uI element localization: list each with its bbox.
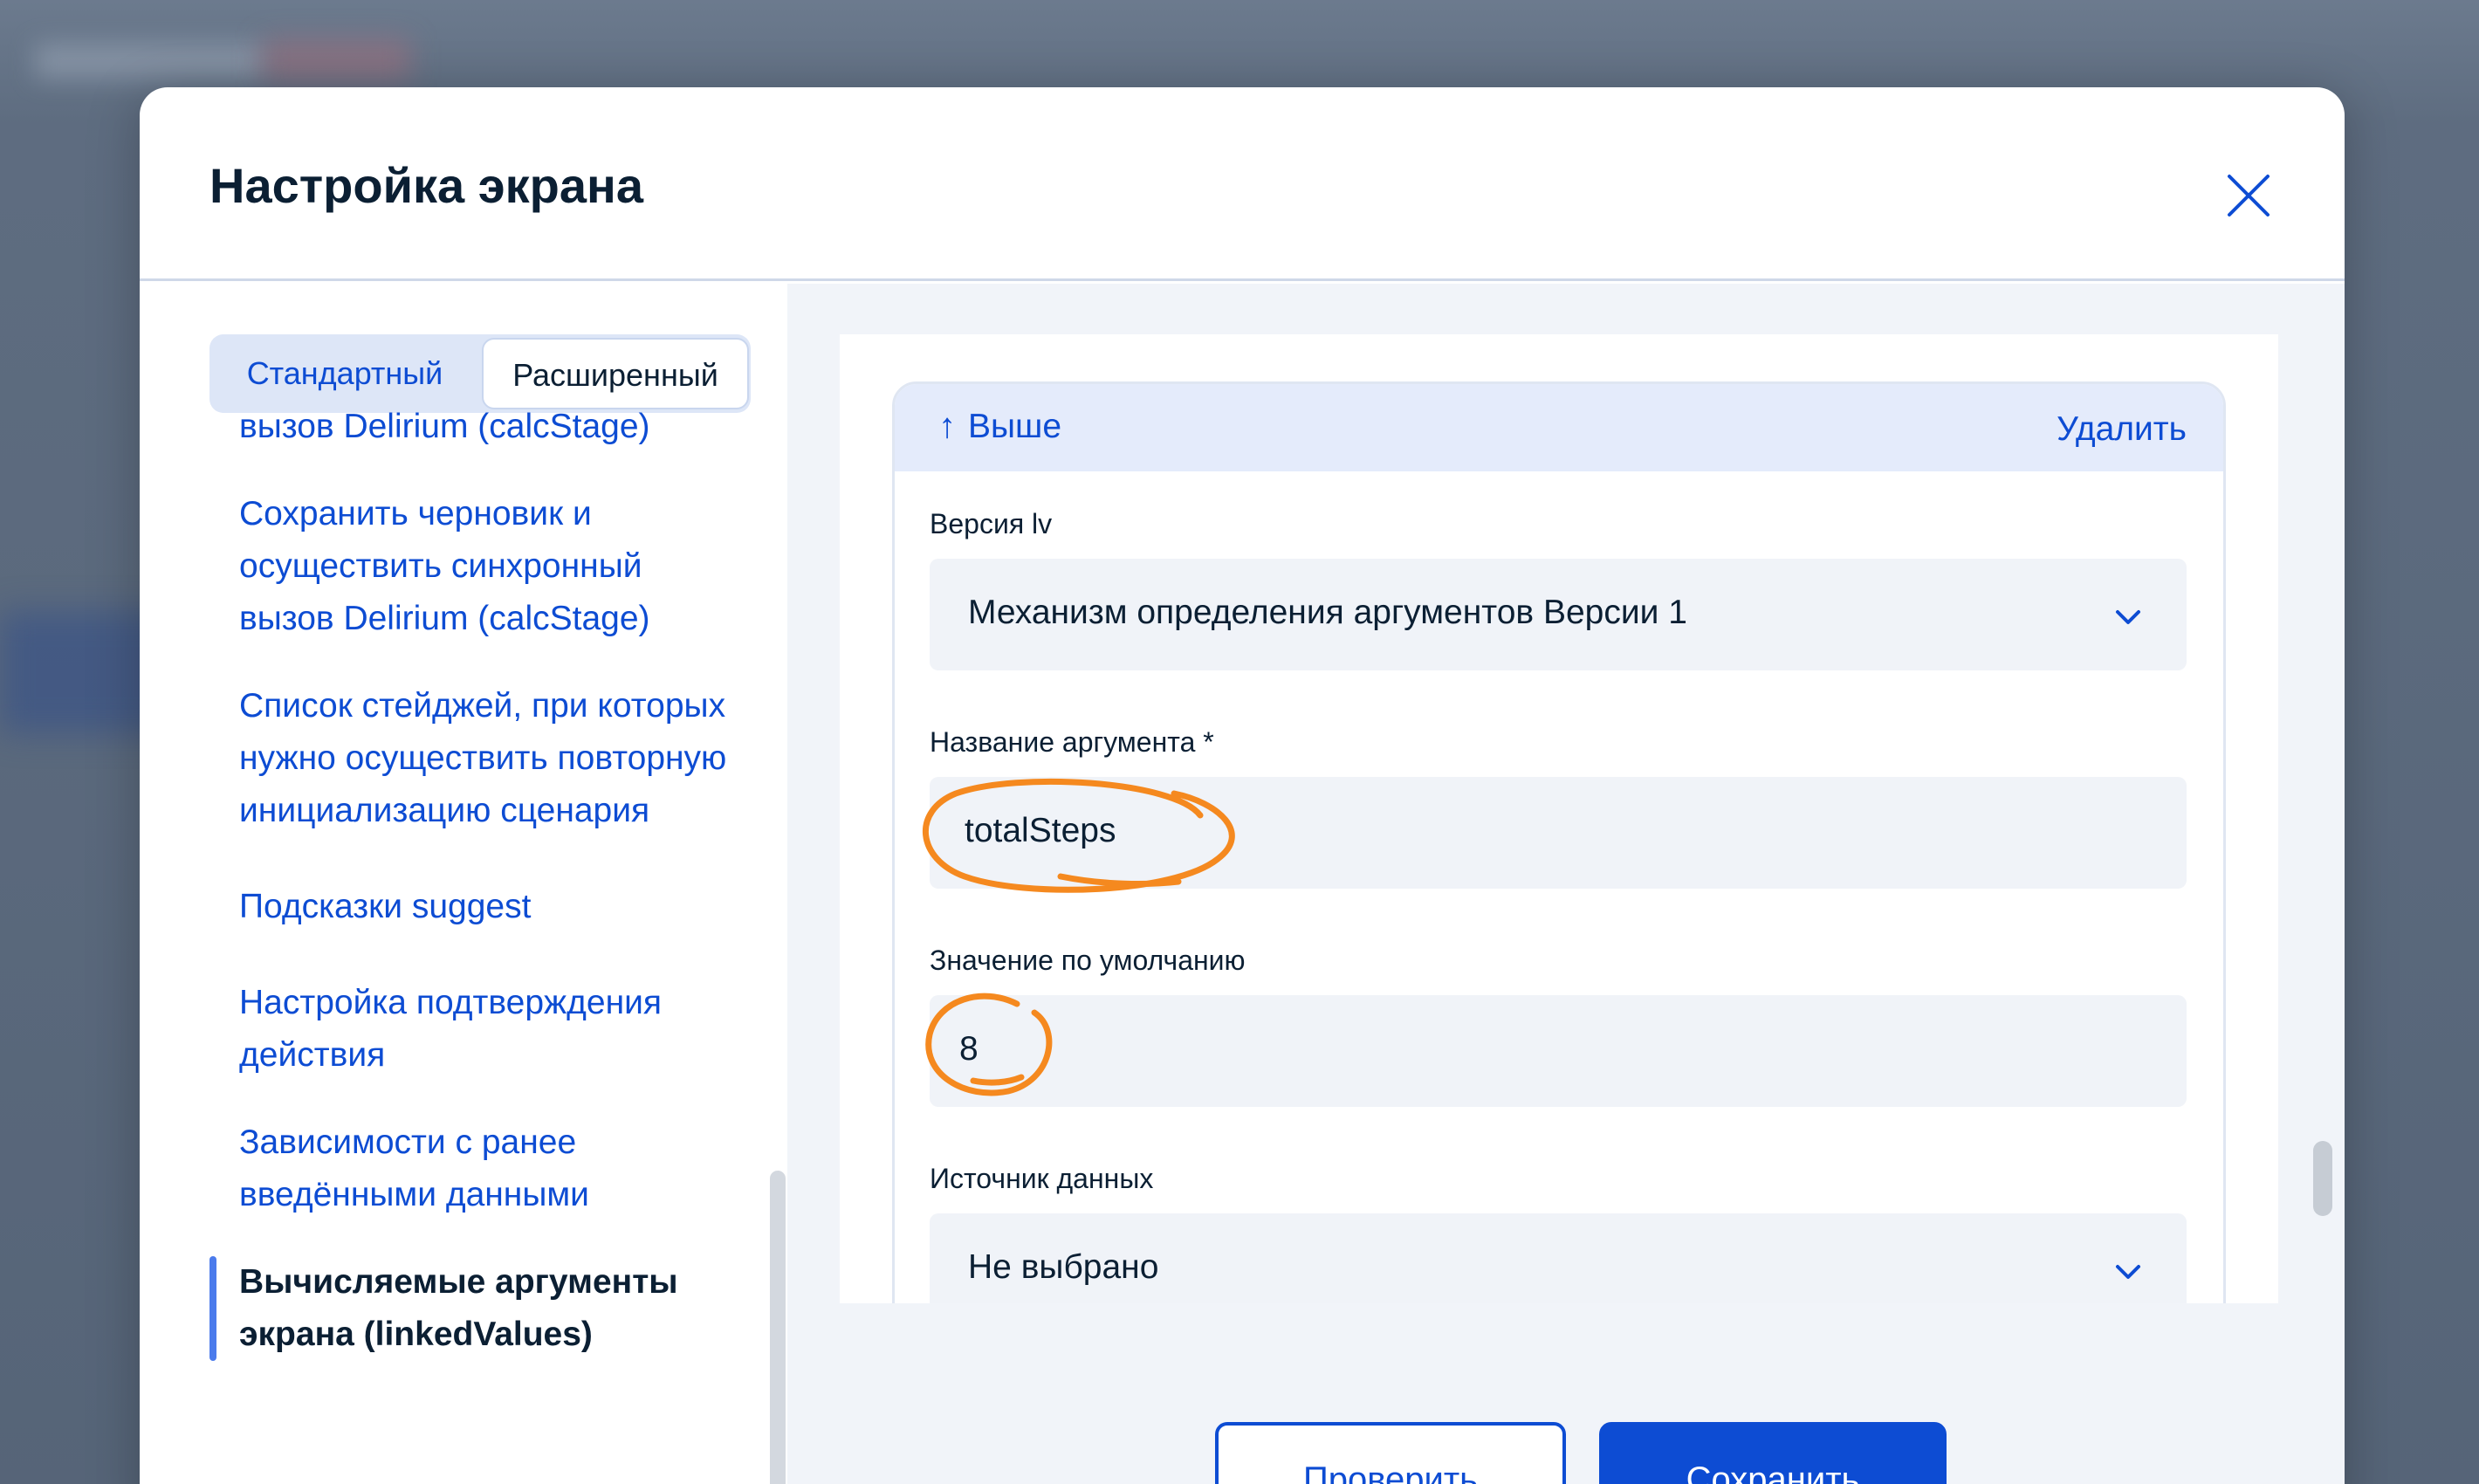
sidebar-scrollbar[interactable]: [770, 1171, 786, 1484]
data-source-value: Не выбрано: [968, 1248, 1159, 1286]
sidebar-item-save-draft-calcstage[interactable]: Сохранить черновик и осуществить синхрон…: [209, 488, 733, 645]
content-scrollbar[interactable]: [2313, 1141, 2332, 1216]
move-up-button[interactable]: ↑ Выше: [938, 407, 1061, 446]
sidebar-item-linked-values[interactable]: Вычисляемые аргументы экрана (linkedValu…: [209, 1256, 733, 1361]
sidebar-item-calcstage[interactable]: вызов Delirium (calcStage): [209, 401, 733, 453]
version-select[interactable]: Механизм определения аргументов Версии 1: [930, 559, 2187, 670]
arrow-up-icon: ↑: [938, 407, 956, 445]
arg-name-label: Название аргумента *: [930, 726, 1214, 758]
modal-header: Настройка экрана: [140, 87, 2345, 281]
close-button[interactable]: [2224, 171, 2273, 220]
data-source-select[interactable]: Не выбрано: [930, 1213, 2187, 1303]
card-header: ↑ Выше Удалить: [895, 384, 2223, 471]
chevron-down-icon: [2116, 1265, 2140, 1279]
version-value: Механизм определения аргументов Версии 1: [968, 594, 1687, 631]
version-label: Версия lv: [930, 508, 1053, 539]
screen-settings-modal: Настройка экрана Стандартный Расширенный…: [140, 87, 2345, 1484]
modal-title: Настройка экрана: [209, 158, 643, 213]
sidebar-item-dependencies[interactable]: Зависимости с ранее введёнными данными: [209, 1116, 733, 1221]
default-value-value: 8: [959, 1030, 979, 1068]
sidebar-item-action-confirm[interactable]: Настройка подтверждения действия: [209, 977, 733, 1082]
move-up-label: Выше: [968, 408, 1062, 445]
backdrop-blur: [262, 39, 410, 79]
sidebar-nav: вызов Delirium (calcStage) Сохранить чер…: [209, 408, 733, 1361]
delete-button[interactable]: Удалить: [2057, 410, 2187, 449]
save-button[interactable]: Сохранить: [1599, 1422, 1947, 1484]
sidebar-item-suggest[interactable]: Подсказки suggest: [209, 881, 733, 933]
settings-sidebar: Стандартный Расширенный вызов Delirium (…: [140, 284, 787, 1484]
mode-advanced-tab[interactable]: Расширенный: [482, 338, 749, 409]
check-button[interactable]: Проверить: [1215, 1422, 1566, 1484]
arg-name-value: totalSteps: [965, 812, 1116, 849]
close-icon: [2228, 175, 2270, 216]
chevron-down-icon: [2116, 610, 2140, 624]
settings-content: ↑ Выше Удалить Версия lv Механизм определ…: [787, 284, 2345, 1484]
arg-name-input[interactable]: totalSteps: [930, 777, 2187, 889]
sidebar-item-reinit-stages[interactable]: Список стейджей, при которых нужно осуще…: [209, 680, 733, 837]
content-panel: ↑ Выше Удалить Версия lv Механизм определ…: [840, 334, 2278, 1303]
default-value-label: Значение по умолчанию: [930, 945, 1246, 976]
backdrop-blur: [35, 44, 262, 79]
default-value-input[interactable]: 8: [930, 995, 2187, 1107]
linked-value-card: ↑ Выше Удалить Версия lv Механизм определ…: [892, 381, 2226, 1303]
data-source-label: Источник данных: [930, 1163, 1154, 1194]
